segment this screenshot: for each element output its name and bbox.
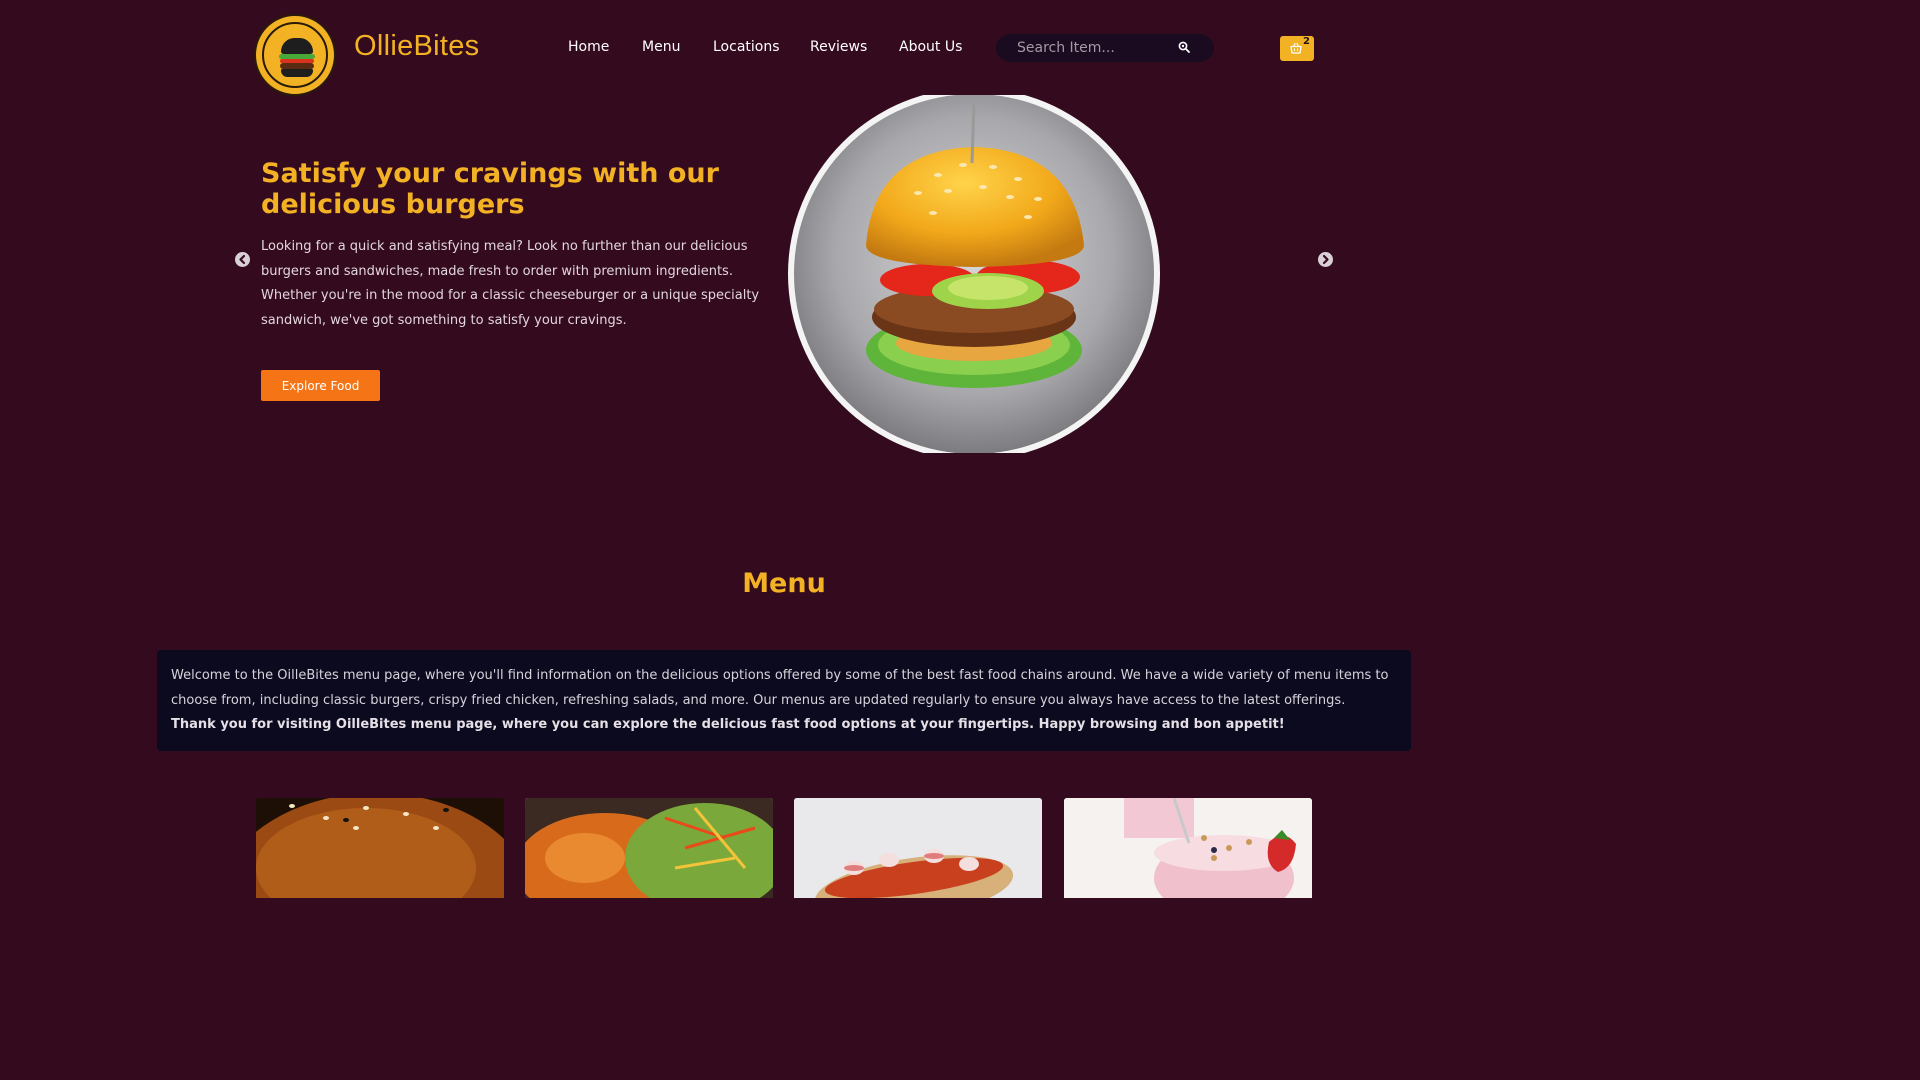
- nav-menu[interactable]: Menu: [642, 39, 680, 55]
- menu-card-smoothie[interactable]: [1064, 798, 1312, 898]
- nav-about-us[interactable]: About Us: [899, 39, 962, 55]
- hotdog-photo: [794, 798, 1042, 898]
- search-box: [996, 34, 1214, 62]
- menu-section-title: Menu: [742, 568, 826, 599]
- chevron-right-icon: [1322, 254, 1329, 265]
- nav-reviews[interactable]: Reviews: [810, 39, 867, 55]
- page: OllieBites Home Menu Locations Reviews A…: [0, 0, 1568, 898]
- menu-card-burger[interactable]: [256, 798, 504, 898]
- menu-intro-panel: Welcome to the OilleBites menu page, whe…: [157, 650, 1411, 751]
- chevron-left-icon: [239, 254, 246, 265]
- basket-icon: [1290, 42, 1302, 54]
- carousel-next-button[interactable]: [1318, 252, 1333, 267]
- search-icon[interactable]: [1178, 41, 1190, 53]
- nav-home[interactable]: Home: [568, 39, 609, 55]
- chicken-salad-photo: [525, 798, 773, 898]
- search-input[interactable]: [1017, 38, 1167, 58]
- nav-locations[interactable]: Locations: [713, 39, 780, 55]
- cart-button[interactable]: 2: [1280, 36, 1314, 61]
- brand-logo[interactable]: [254, 14, 336, 96]
- hero-burger-image: [788, 95, 1160, 453]
- menu-intro-text: Welcome to the OilleBites menu page, whe…: [171, 668, 1389, 708]
- cart-count-badge: 2: [1303, 36, 1310, 47]
- menu-card-hotdog[interactable]: [794, 798, 1042, 898]
- smoothie-photo: [1064, 798, 1312, 898]
- hero-title: Satisfy your cravings with our delicious…: [261, 158, 719, 220]
- brand-name[interactable]: OllieBites: [354, 30, 480, 63]
- explore-food-button[interactable]: Explore Food: [261, 370, 380, 401]
- menu-thanks-text: Thank you for visiting OilleBites menu p…: [171, 717, 1285, 732]
- carousel-prev-button[interactable]: [235, 252, 250, 267]
- menu-card-chicken[interactable]: [525, 798, 773, 898]
- hero-description: Looking for a quick and satisfying meal?…: [261, 239, 760, 328]
- burger-photo: [256, 798, 504, 898]
